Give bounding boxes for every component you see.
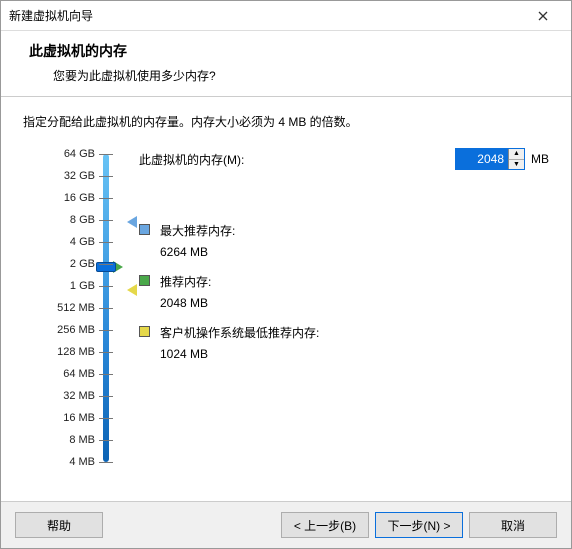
hint-rec-label: 推荐内存: xyxy=(160,273,211,290)
spin-buttons: ▲ ▼ xyxy=(508,149,524,169)
hint-min-value: 1024 MB xyxy=(160,347,549,361)
tick-mark xyxy=(99,396,113,397)
max-marker-icon xyxy=(127,216,137,228)
hint-max-label: 最大推荐内存: xyxy=(160,222,235,239)
back-button[interactable]: < 上一步(B) xyxy=(281,512,369,538)
memory-spinner-wrap: ▲ ▼ MB xyxy=(455,148,549,170)
info-column: 此虚拟机的内存(M): ▲ ▼ MB xyxy=(135,148,549,493)
window-title: 新建虚拟机向导 xyxy=(9,7,523,24)
tick-mark xyxy=(99,264,113,265)
tick-label: 32 GB xyxy=(64,170,95,182)
memory-input-row: 此虚拟机的内存(M): ▲ ▼ MB xyxy=(139,148,549,170)
tick-label: 1 GB xyxy=(70,280,95,292)
memory-unit: MB xyxy=(531,152,549,166)
tick-mark xyxy=(99,242,113,243)
hint-min-label: 客户机操作系统最低推荐内存: xyxy=(160,324,319,341)
tick-mark xyxy=(99,176,113,177)
tick-label: 64 GB xyxy=(64,148,95,160)
button-bar: 帮助 < 上一步(B) 下一步(N) > 取消 xyxy=(1,501,571,548)
tick-mark xyxy=(99,462,113,463)
tick-label: 2 GB xyxy=(70,258,95,270)
tick-mark xyxy=(99,154,113,155)
tick-label: 16 MB xyxy=(63,412,95,424)
content-area: 指定分配给此虚拟机的内存量。内存大小必须为 4 MB 的倍数。 64 GB 32 … xyxy=(1,97,571,501)
tick-label: 4 MB xyxy=(69,456,95,468)
max-swatch-icon xyxy=(139,224,150,235)
tick-label: 8 GB xyxy=(70,214,95,226)
spin-up-button[interactable]: ▲ xyxy=(509,149,524,160)
tick-label: 16 GB xyxy=(64,192,95,204)
page-heading: 此虚拟机的内存 xyxy=(29,41,551,61)
hint-max-value: 6264 MB xyxy=(160,245,549,259)
tick-mark xyxy=(99,220,113,221)
tick-label: 4 GB xyxy=(70,236,95,248)
wizard-header: 此虚拟机的内存 您要为此虚拟机使用多少内存? xyxy=(1,31,571,97)
tick-mark xyxy=(99,352,113,353)
tick-label: 512 MB xyxy=(57,302,95,314)
close-button[interactable] xyxy=(523,2,563,30)
hint-rec: 推荐内存: xyxy=(139,273,549,290)
memory-slider[interactable]: 64 GB 32 GB 16 GB 8 GB 4 GB 2 GB 1 GB 512 MB 256… xyxy=(23,148,123,468)
cancel-button[interactable]: 取消 xyxy=(469,512,557,538)
titlebar: 新建虚拟机向导 xyxy=(1,1,571,31)
tick-mark xyxy=(99,374,113,375)
tick-label: 128 MB xyxy=(57,346,95,358)
min-swatch-icon xyxy=(139,326,150,337)
tick-mark xyxy=(99,198,113,199)
rec-swatch-icon xyxy=(139,275,150,286)
next-button[interactable]: 下一步(N) > xyxy=(375,512,463,538)
min-marker-icon xyxy=(127,284,137,296)
hint-min: 客户机操作系统最低推荐内存: xyxy=(139,324,549,341)
wizard-window: 新建虚拟机向导 此虚拟机的内存 您要为此虚拟机使用多少内存? 指定分配给此虚拟机… xyxy=(0,0,572,549)
spin-down-button[interactable]: ▼ xyxy=(509,160,524,170)
memory-label: 此虚拟机的内存(M): xyxy=(139,151,244,168)
instruction-text: 指定分配给此虚拟机的内存量。内存大小必须为 4 MB 的倍数。 xyxy=(23,113,549,130)
hint-rec-value: 2048 MB xyxy=(160,296,549,310)
body-row: 64 GB 32 GB 16 GB 8 GB 4 GB 2 GB 1 GB 512 MB 256… xyxy=(23,148,549,493)
tick-label: 256 MB xyxy=(57,324,95,336)
page-subheading: 您要为此虚拟机使用多少内存? xyxy=(53,67,551,84)
tick-mark xyxy=(99,308,113,309)
tick-label: 64 MB xyxy=(63,368,95,380)
memory-spinner[interactable]: ▲ ▼ xyxy=(455,148,525,170)
tick-mark xyxy=(99,418,113,419)
tick-mark xyxy=(99,440,113,441)
tick-label: 8 MB xyxy=(69,434,95,446)
close-icon xyxy=(538,11,548,21)
tick-mark xyxy=(99,286,113,287)
help-button[interactable]: 帮助 xyxy=(15,512,103,538)
tick-label: 32 MB xyxy=(63,390,95,402)
tick-mark xyxy=(99,330,113,331)
hint-max: 最大推荐内存: xyxy=(139,222,549,239)
memory-input[interactable] xyxy=(456,149,508,169)
